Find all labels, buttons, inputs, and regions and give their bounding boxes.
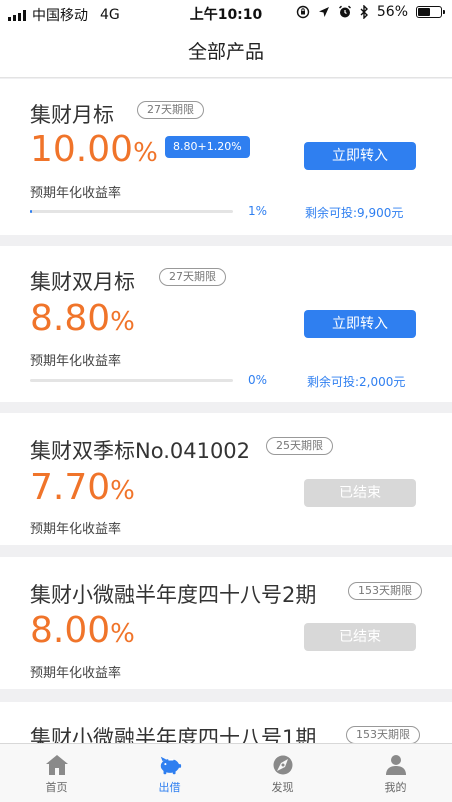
ended-button[interactable]: 已结束 <box>304 479 416 507</box>
compass-icon <box>273 755 292 775</box>
product-name: 集财小微融半年度四十八号2期 <box>30 583 317 607</box>
progress-bar <box>30 210 233 213</box>
rate-number: 8.00 <box>30 610 111 651</box>
term-badge: 153天期限 <box>346 726 420 743</box>
bonus-rate-badge: 8.80+1.20% <box>165 136 250 158</box>
rate-label: 预期年化收益率 <box>30 522 122 537</box>
rate-unit: % <box>110 476 135 506</box>
rate-value: 10.00% <box>30 129 158 170</box>
rate-number: 8.80 <box>30 298 111 339</box>
piggy-bank-icon <box>160 756 181 775</box>
navigation-bar: 全部产品 <box>0 26 452 78</box>
remaining-amount: 剩余可投:2,000元 <box>307 375 406 389</box>
rate-number: 7.70 <box>30 467 111 508</box>
rate-value: 7.70% <box>30 467 135 508</box>
ended-button[interactable]: 已结束 <box>304 623 416 651</box>
battery-percent: 56% <box>376 4 408 20</box>
bluetooth-icon <box>360 5 368 19</box>
location-arrow-icon <box>318 7 329 17</box>
product-name: 集财双季标No.041002 <box>30 439 251 463</box>
product-card[interactable]: 集财小微融半年度四十八号1期 153天期限 <box>0 702 452 743</box>
tab-discover[interactable]: 发现 <box>226 744 339 802</box>
product-card[interactable]: 集财双月标 27天期限 8.80% 立即转入 预期年化收益率 0% 剩余可投:2… <box>0 246 452 402</box>
rate-value: 8.00% <box>30 610 135 651</box>
tab-label: 出借 <box>158 781 181 794</box>
rate-label: 预期年化收益率 <box>30 186 122 201</box>
rate-number: 10.00 <box>30 129 134 170</box>
battery-icon <box>416 6 445 18</box>
invest-now-button[interactable]: 立即转入 <box>304 310 416 338</box>
term-badge: 25天期限 <box>266 437 333 455</box>
progress-bar <box>30 379 233 382</box>
rate-unit: % <box>110 307 135 337</box>
product-name: 集财月标 <box>30 103 114 127</box>
progress-percent: 1% <box>248 204 268 218</box>
tab-mine[interactable]: 我的 <box>339 744 452 802</box>
tab-bar: 首页 出借 发现 我的 <box>0 743 452 802</box>
term-badge: 153天期限 <box>348 582 422 600</box>
product-card[interactable]: 集财小微融半年度四十八号2期 153天期限 8.00% 已结束 预期年化收益率 <box>0 557 452 689</box>
rate-label: 预期年化收益率 <box>30 666 122 681</box>
user-icon <box>385 755 406 775</box>
remaining-amount: 剩余可投:9,900元 <box>305 206 404 220</box>
term-badge: 27天期限 <box>159 268 226 286</box>
product-name: 集财双月标 <box>30 270 135 294</box>
product-name: 集财小微融半年度四十八号1期 <box>30 726 317 743</box>
home-icon <box>45 755 68 775</box>
invest-now-button[interactable]: 立即转入 <box>304 142 416 170</box>
rate-unit: % <box>133 138 158 168</box>
rate-unit: % <box>110 619 135 649</box>
tab-invest[interactable]: 出借 <box>113 744 226 802</box>
progress-fill <box>30 210 33 213</box>
tab-label: 发现 <box>271 781 294 794</box>
progress-percent: 0% <box>248 373 268 387</box>
tab-home[interactable]: 首页 <box>0 744 113 802</box>
alarm-icon <box>338 5 351 18</box>
page-title: 全部产品 <box>187 41 264 63</box>
rate-value: 8.80% <box>30 298 135 339</box>
product-card[interactable]: 集财双季标No.041002 25天期限 7.70% 已结束 预期年化收益率 <box>0 413 452 545</box>
term-badge: 27天期限 <box>137 101 204 119</box>
orientation-lock-icon <box>296 5 310 19</box>
product-card[interactable]: 集财月标 27天期限 10.00% 8.80+1.20% 立即转入 预期年化收益… <box>0 79 452 235</box>
tab-label: 我的 <box>384 781 407 794</box>
status-bar: 中国移动 4G 上午10:10 56% <box>0 0 452 26</box>
tab-label: 首页 <box>45 781 68 794</box>
rate-label: 预期年化收益率 <box>30 354 122 369</box>
